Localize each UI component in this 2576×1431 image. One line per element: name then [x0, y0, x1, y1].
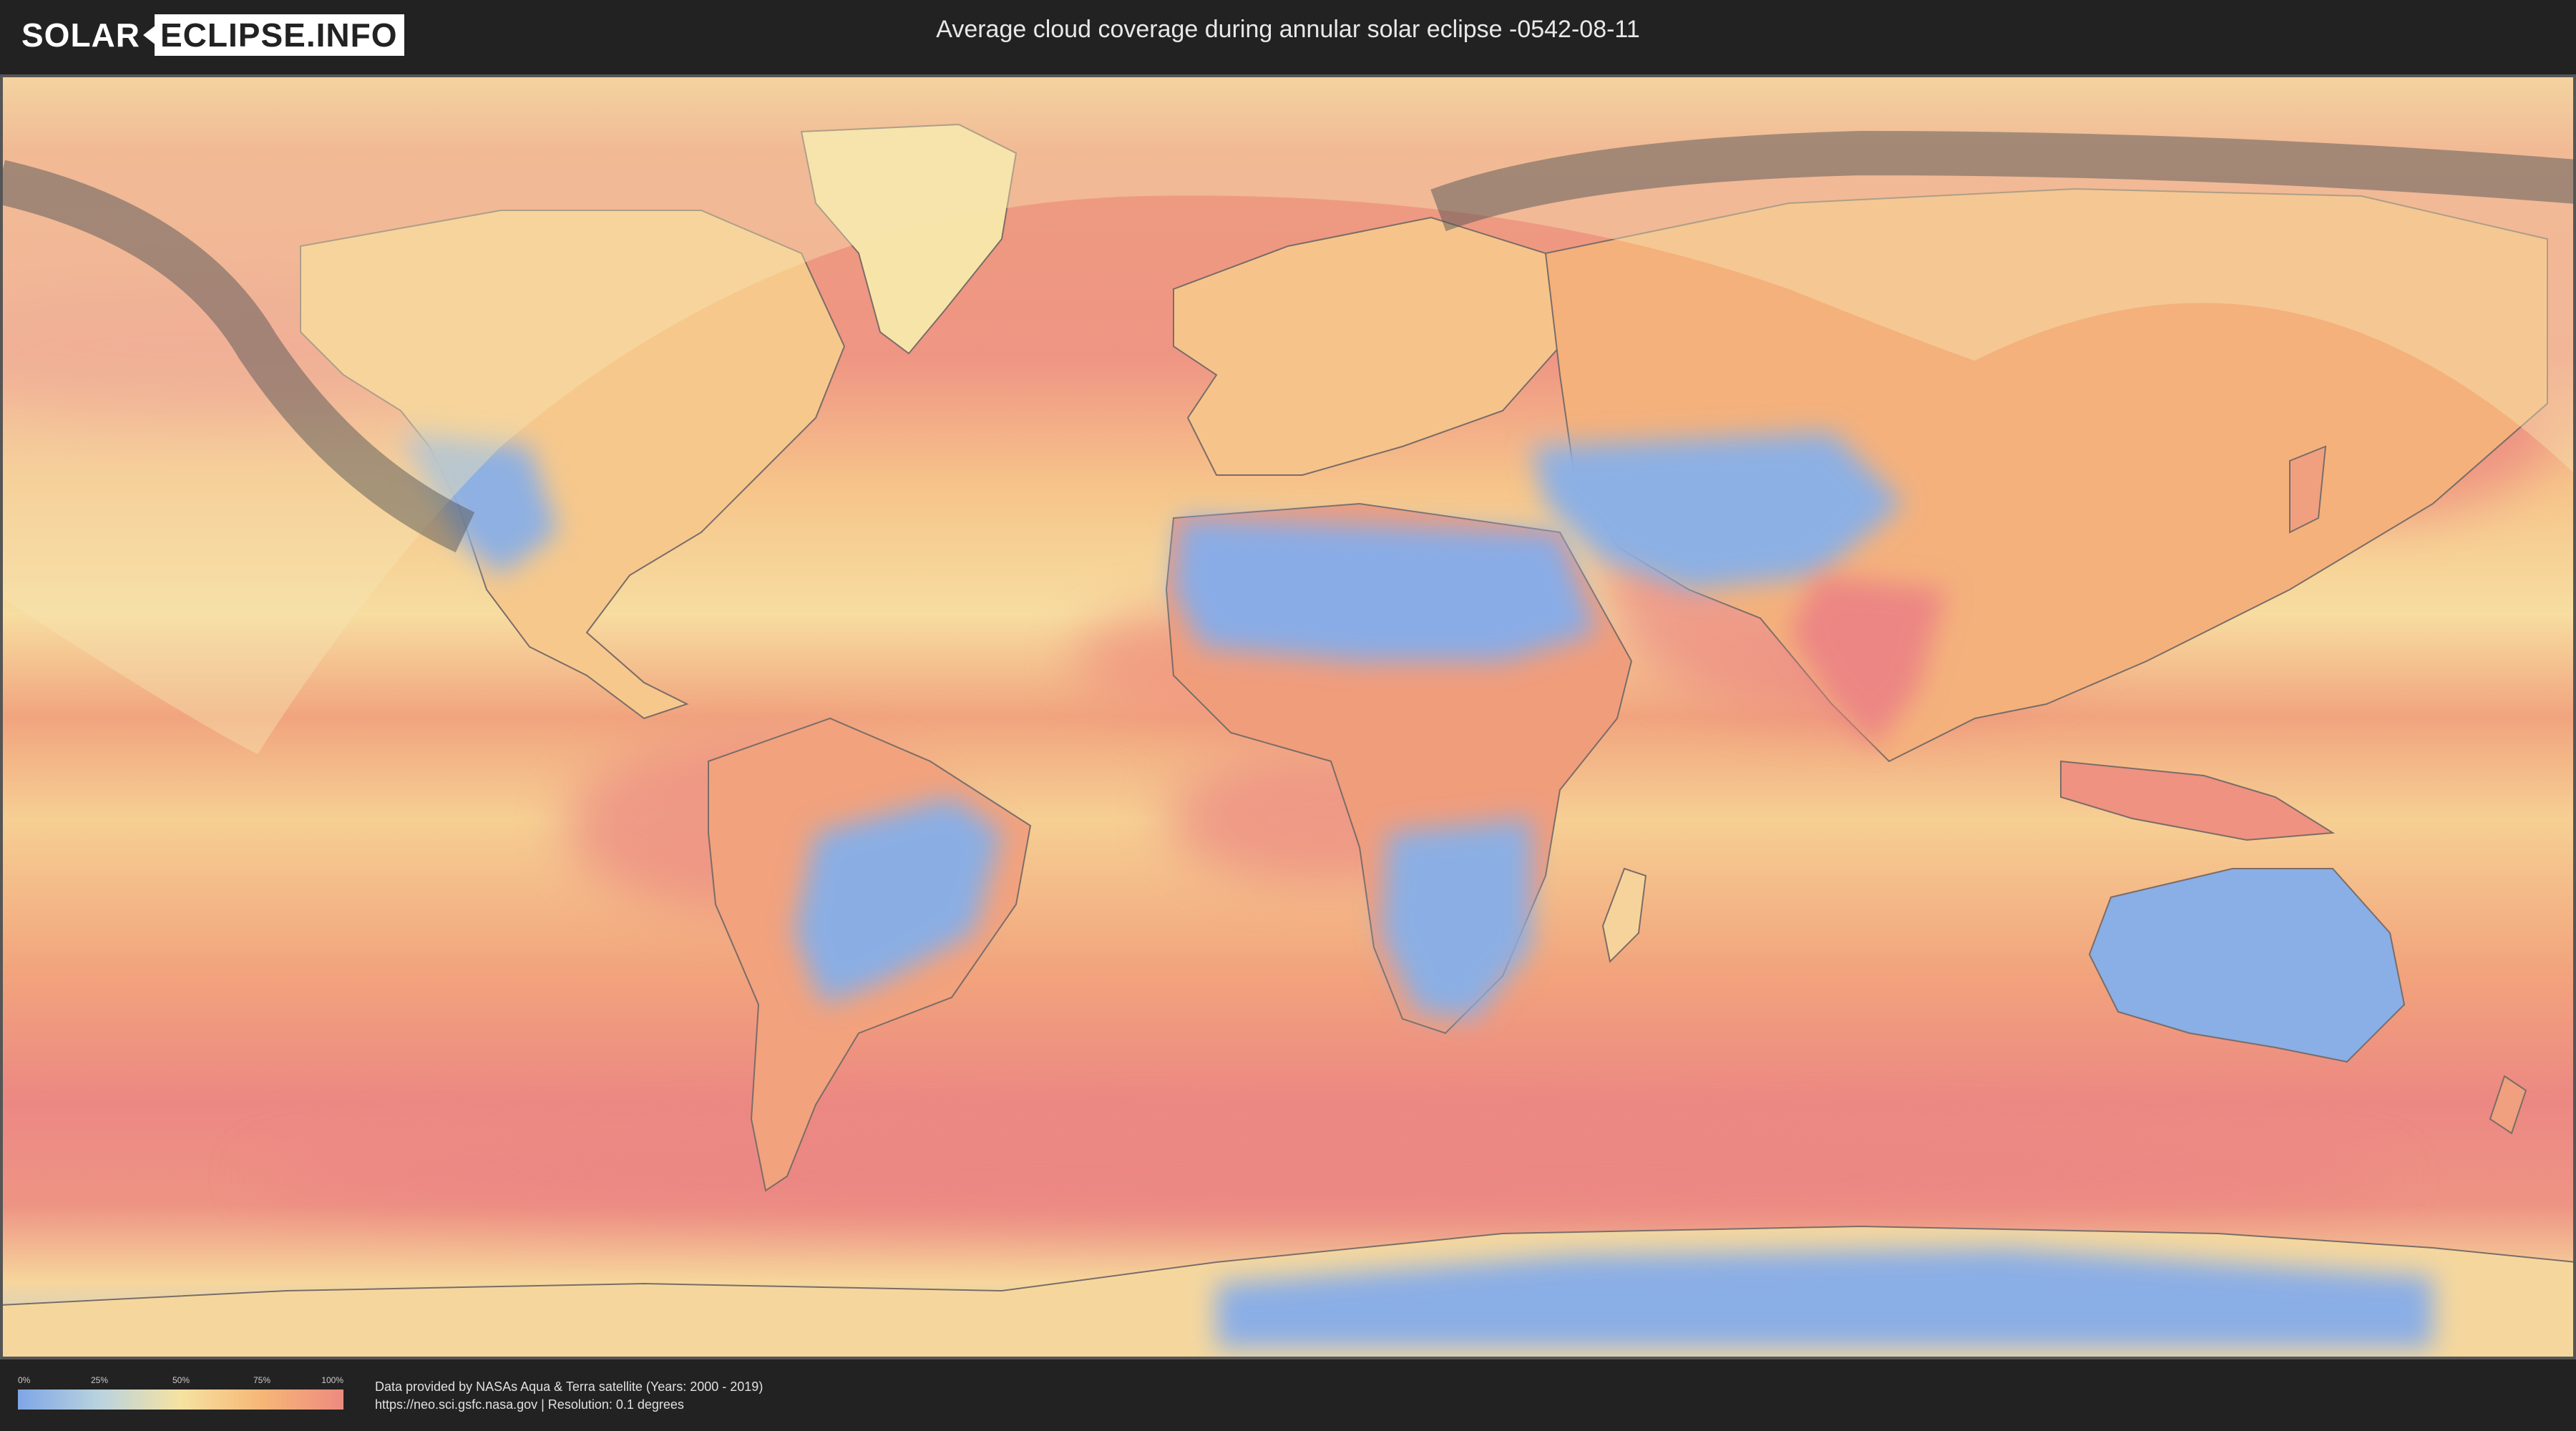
legend-tick-100: 100%: [321, 1375, 343, 1385]
header-bar: SOLAR ECLIPSE.INFO Average cloud coverag…: [0, 0, 2576, 72]
cloud-coverage-legend: 0% 25% 50% 75% 100%: [18, 1375, 343, 1414]
map-canvas[interactable]: [0, 74, 2576, 1359]
credits-url[interactable]: https://neo.sci.gsfc.nasa.gov | Resoluti…: [375, 1396, 763, 1414]
page-title: Average cloud coverage during annular so…: [936, 16, 1640, 43]
credits-source: Data provided by NASAs Aqua & Terra sate…: [375, 1379, 763, 1394]
legend-color-bar: [18, 1390, 343, 1410]
data-credits: Data provided by NASAs Aqua & Terra sate…: [375, 1378, 763, 1414]
legend-tick-50: 50%: [172, 1375, 190, 1385]
land-sahara-clear: [1174, 518, 1596, 661]
legend-tick-0: 0%: [18, 1375, 31, 1385]
legend-tick-25: 25%: [90, 1375, 109, 1385]
legend-ticks: 0% 25% 50% 75% 100%: [18, 1375, 343, 1387]
cloud-coverage-map[interactable]: [0, 74, 2576, 1359]
legend-tick-75: 75%: [253, 1375, 271, 1385]
